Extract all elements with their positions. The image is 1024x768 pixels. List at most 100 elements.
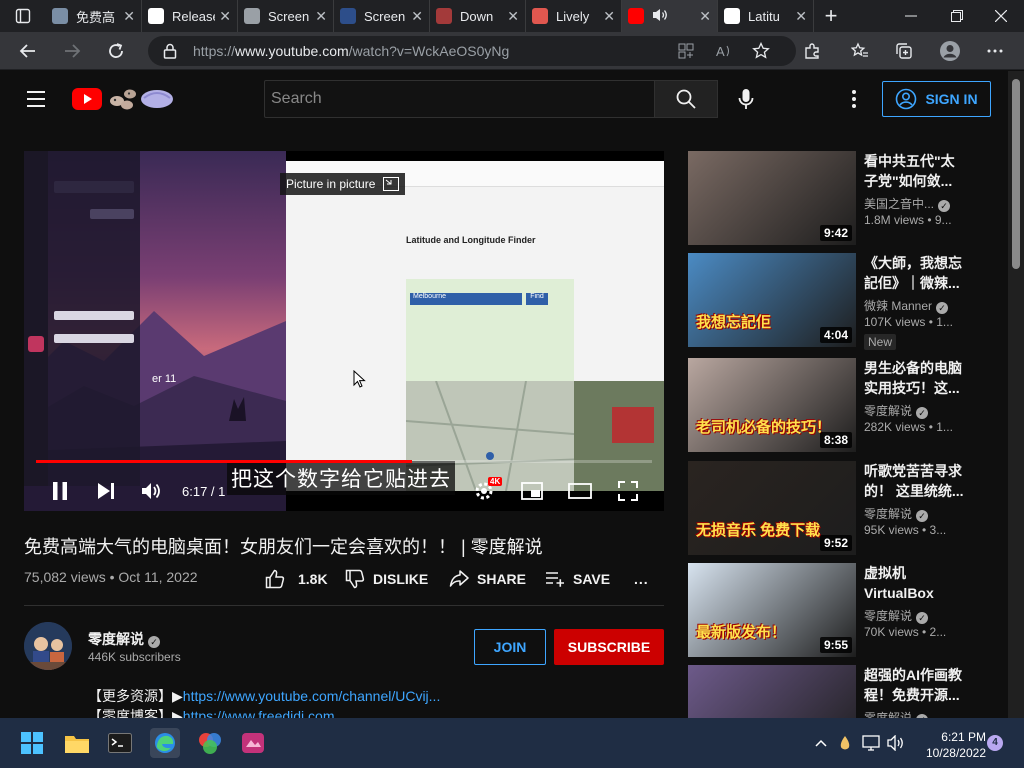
pause-button[interactable]: [46, 475, 74, 507]
video-player[interactable]: er 11 Latitude and Longitude Finder Melb…: [24, 151, 664, 511]
lively-wallpaper-button[interactable]: [238, 728, 268, 758]
minimize-button[interactable]: [888, 0, 934, 32]
browser-tab[interactable]: ✕: [622, 0, 718, 32]
voice-search-button[interactable]: [734, 87, 758, 111]
tab-close-icon[interactable]: ✕: [123, 8, 135, 25]
recommendation-thumbnail[interactable]: 9:42: [688, 151, 856, 245]
tab-actions-button[interactable]: [0, 0, 46, 32]
tab-close-icon[interactable]: ✕: [315, 8, 327, 25]
browser-tab[interactable]: Lively ✕: [526, 0, 622, 32]
fullscreen-button[interactable]: [614, 475, 642, 507]
new-tab-button[interactable]: +: [814, 0, 848, 32]
terminal-button[interactable]: [105, 728, 135, 758]
color-app-button[interactable]: [195, 728, 225, 758]
recommendation-channel[interactable]: 美国之音中... ✓: [864, 195, 951, 212]
search-input[interactable]: Search: [264, 80, 655, 118]
sign-in-button[interactable]: SIGN IN: [882, 81, 991, 117]
settings-button[interactable]: 4K: [470, 475, 503, 507]
settings-more-button[interactable]: [980, 36, 1010, 66]
channel-name[interactable]: 零度解说 ✓: [88, 629, 160, 649]
tab-close-icon[interactable]: ✕: [603, 8, 615, 25]
network-button[interactable]: [858, 728, 884, 758]
channel-avatar[interactable]: [24, 622, 72, 670]
tray-app-button[interactable]: [833, 728, 857, 758]
more-actions-button[interactable]: ...: [634, 568, 649, 590]
browser-tab[interactable]: Releases✕: [142, 0, 238, 32]
recommendation-title[interactable]: 《大師，我想忘記佢》｜微辣...: [864, 253, 968, 293]
description-link[interactable]: https://www.youtube.com/channel/UCvij...: [183, 688, 441, 704]
recommendation-card[interactable]: 无损音乐 免费下载 9:52 听歌党苦苦寻求的！ 这里统统... 零度解说 ✓ 95K v…: [688, 461, 988, 555]
share-button[interactable]: SHARE: [449, 568, 526, 590]
restore-button[interactable]: [934, 0, 980, 32]
tab-close-icon[interactable]: ✕: [411, 8, 423, 25]
extensions-button[interactable]: [797, 36, 827, 66]
recommendation-card[interactable]: 9:42 看中共五代"太子党"如何敛... 美国之音中... ✓ 1.8M views …: [688, 151, 988, 245]
minimize-icon: [905, 15, 917, 17]
start-button[interactable]: [17, 728, 47, 758]
recommendation-views: 107K views • 1...: [864, 315, 953, 329]
collections-button[interactable]: [889, 36, 919, 66]
recommendation-title[interactable]: 虚拟机 VirtualBox 7.0...: [864, 563, 968, 603]
browser-tab[interactable]: Screen ✕: [238, 0, 334, 32]
notification-badge[interactable]: 4: [987, 735, 1003, 751]
tab-close-icon[interactable]: ✕: [795, 8, 807, 25]
video-progress-bar[interactable]: [36, 460, 652, 463]
recommendation-card[interactable]: 老司机必备的技巧！ 8:38 男生必备的电脑实用技巧！这... 零度解说 ✓ 282K v…: [688, 358, 988, 452]
profile-button[interactable]: [935, 36, 965, 66]
theater-mode-button[interactable]: [566, 475, 594, 507]
miniplayer-button[interactable]: [518, 475, 546, 507]
scrollbar-thumb[interactable]: [1012, 79, 1020, 269]
tab-close-icon[interactable]: ✕: [699, 8, 711, 25]
subscribe-button[interactable]: SUBSCRIBE: [554, 629, 664, 665]
recommendation-thumbnail[interactable]: 无损音乐 免费下载 9:52: [688, 461, 856, 555]
close-window-button[interactable]: [978, 0, 1024, 32]
recommendation-title[interactable]: 看中共五代"太子党"如何敛...: [864, 151, 968, 191]
menu-button[interactable]: [24, 87, 48, 111]
app-available-icon[interactable]: [678, 43, 694, 59]
recommendation-title[interactable]: 超强的AI作画教程！免费开源...: [864, 665, 968, 705]
join-button[interactable]: JOIN: [474, 629, 546, 665]
back-button[interactable]: [13, 36, 43, 66]
recommendation-thumbnail[interactable]: 我想忘記佢 4:04: [688, 253, 856, 347]
volume-tray-button[interactable]: [884, 728, 910, 758]
browser-tab[interactable]: 免费高 ✕: [46, 0, 142, 32]
edge-browser-button[interactable]: [150, 728, 180, 758]
file-explorer-button[interactable]: [62, 728, 92, 758]
browser-tab[interactable]: Screen ✕: [334, 0, 430, 32]
tab-close-icon[interactable]: ✕: [219, 8, 231, 25]
dislike-button[interactable]: DISLIKE: [345, 568, 428, 590]
taskbar-clock[interactable]: 6:21 PM 10/28/2022: [918, 729, 986, 761]
tab-close-icon[interactable]: ✕: [507, 8, 519, 25]
video-title: 免费高端大气的电脑桌面！女朋友们一定会喜欢的！！ | 零度解说: [24, 537, 543, 557]
show-hidden-icons-button[interactable]: [808, 728, 834, 758]
favorites-button[interactable]: [845, 36, 875, 66]
recommendation-channel[interactable]: 零度解说✓: [864, 607, 929, 624]
recommendation-card[interactable]: 最新版发布！ 9:55 虚拟机 VirtualBox 7.0... 零度解说✓70K …: [688, 563, 988, 657]
tab-audio-icon[interactable]: [652, 8, 674, 25]
save-button[interactable]: SAVE: [545, 568, 610, 590]
youtube-logo[interactable]: [72, 86, 176, 112]
address-bar[interactable]: https://www.youtube.com/watch?v=WckAeOS0…: [148, 36, 796, 66]
recommendation-channel[interactable]: 零度解说✓: [864, 402, 929, 419]
recommendation-views: 70K views • 2...: [864, 625, 947, 639]
header-more-button[interactable]: [842, 87, 866, 111]
like-button[interactable]: 1.8K: [265, 568, 328, 590]
recommendation-title[interactable]: 男生必备的电脑实用技巧！这...: [864, 358, 968, 398]
forward-button[interactable]: [57, 36, 87, 66]
recommendation-channel[interactable]: 微辣 Manner ✓: [864, 297, 949, 314]
browser-tab[interactable]: Down ✕: [430, 0, 526, 32]
recommendation-thumbnail[interactable]: 老司机必备的技巧！ 8:38: [688, 358, 856, 452]
favorite-star-icon[interactable]: [752, 42, 770, 60]
read-aloud-icon[interactable]: A: [716, 43, 734, 59]
reload-button[interactable]: [101, 36, 131, 66]
recommendation-card[interactable]: 我想忘記佢 4:04 《大師，我想忘記佢》｜微辣... 微辣 Manner ✓ 107K …: [688, 253, 988, 350]
next-button[interactable]: [92, 475, 120, 507]
recommendation-title[interactable]: 听歌党苦苦寻求的！ 这里统统...: [864, 461, 968, 501]
page-scrollbar[interactable]: [1008, 71, 1024, 718]
volume-button[interactable]: [138, 475, 166, 507]
search-button[interactable]: [654, 80, 718, 118]
recommendation-thumbnail[interactable]: 最新版发布！ 9:55: [688, 563, 856, 657]
browser-tab[interactable]: Latitu ✕: [718, 0, 814, 32]
wallpaper-settings-panel: [48, 151, 140, 486]
recommendation-channel[interactable]: 零度解说✓: [864, 505, 929, 522]
